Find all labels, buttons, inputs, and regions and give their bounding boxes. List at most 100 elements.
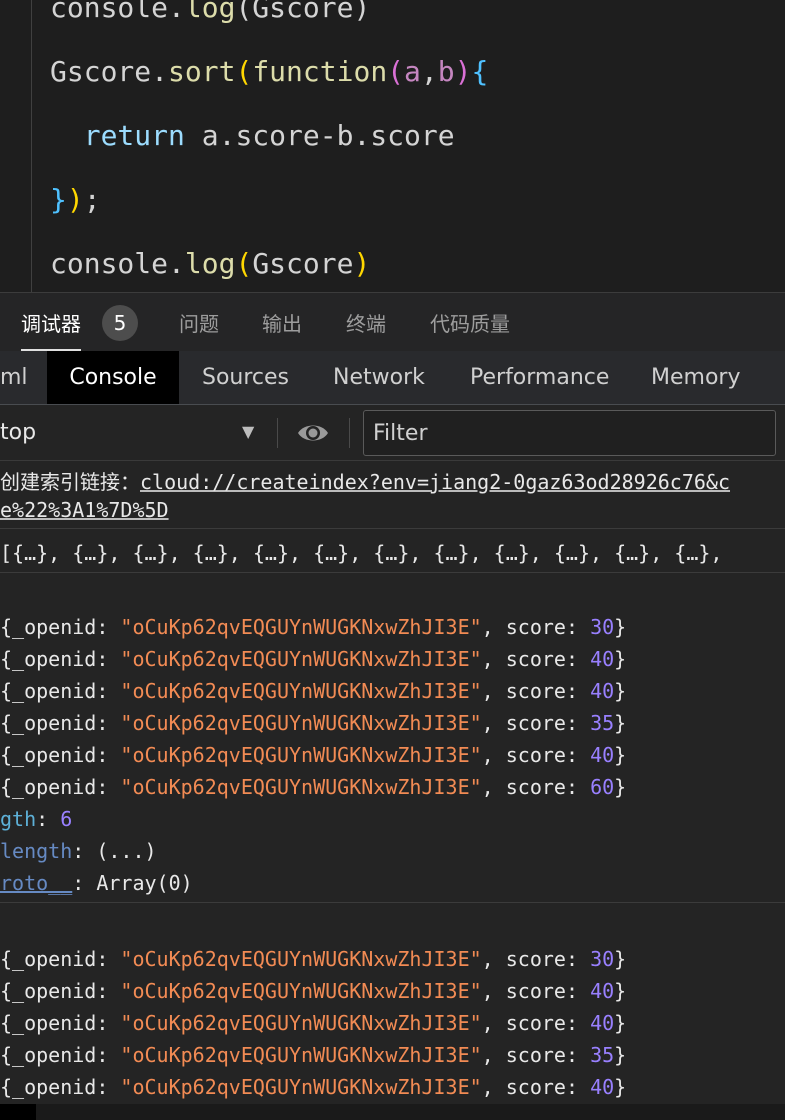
object-row[interactable]: {_openid: "oCuKp62qvEQGUYnWUGKNxwZhJI3E"…: [0, 643, 626, 675]
openid-value: "oCuKp62qvEQGUYnWUGKNxwZhJI3E": [120, 947, 482, 971]
code-token: Gscore: [252, 247, 354, 280]
object-row[interactable]: {_openid: "oCuKp62qvEQGUYnWUGKNxwZhJI3E"…: [0, 739, 626, 771]
filter-input[interactable]: [363, 410, 776, 456]
object-row[interactable]: {_openid: "oCuKp62qvEQGUYnWUGKNxwZhJI3E"…: [0, 771, 626, 803]
score-value: 60: [590, 775, 615, 799]
context-selector[interactable]: top ▼: [0, 405, 265, 460]
index-link-continued: e%22%3A1%7D%5D: [0, 494, 169, 526]
code-token: log: [184, 247, 236, 280]
code-token: ;: [83, 183, 101, 216]
tab-performance[interactable]: Performance: [470, 351, 609, 404]
openid-value: "oCuKp62qvEQGUYnWUGKNxwZhJI3E": [120, 647, 482, 671]
toolbar-divider: [349, 418, 350, 448]
context-label: top: [0, 420, 37, 445]
dropdown-arrow-icon: ▼: [242, 422, 255, 441]
object-row[interactable]: {_openid: "oCuKp62qvEQGUYnWUGKNxwZhJI3E"…: [0, 707, 626, 739]
openid-value: "oCuKp62qvEQGUYnWUGKNxwZhJI3E": [120, 775, 482, 799]
array-proto-row[interactable]: roto__: Array(0): [0, 867, 193, 899]
score-key: score: [505, 615, 566, 639]
code-token: (: [387, 55, 405, 88]
tab-debugger[interactable]: 调试器: [21, 293, 81, 351]
code-token: (: [235, 247, 253, 280]
message-divider: [0, 572, 785, 573]
object-key: {_openid: [0, 647, 97, 671]
code-token: .: [151, 55, 169, 88]
score-key: score: [505, 711, 566, 735]
object-key: {_openid: [0, 679, 97, 703]
object-row[interactable]: {_openid: "oCuKp62qvEQGUYnWUGKNxwZhJI3E"…: [0, 943, 626, 975]
index-link-label: 创建索引链接：: [0, 470, 140, 494]
object-key: {_openid: [0, 711, 97, 735]
score-key: score: [505, 647, 566, 671]
score-value: 35: [590, 711, 615, 735]
array-summary[interactable]: [{…}, {…}, {…}, {…}, {…}, {…}, {…}, {…},…: [0, 537, 722, 569]
toolbar-divider: [277, 418, 278, 448]
openid-value: "oCuKp62qvEQGUYnWUGKNxwZhJI3E": [120, 679, 482, 703]
object-row[interactable]: {_openid: "oCuKp62qvEQGUYnWUGKNxwZhJI3E"…: [0, 1071, 626, 1103]
code-line: Gscore.sort(function(a,b){: [50, 54, 488, 90]
score-value: 40: [590, 1011, 615, 1035]
index-link-tail[interactable]: e%22%3A1%7D%5D: [0, 498, 169, 522]
tab-memory[interactable]: Memory: [651, 351, 740, 404]
score-key: score: [505, 1075, 566, 1099]
eye-icon[interactable]: [296, 420, 330, 446]
openid-value: "oCuKp62qvEQGUYnWUGKNxwZhJI3E": [120, 1075, 482, 1099]
object-row[interactable]: {_openid: "oCuKp62qvEQGUYnWUGKNxwZhJI3E"…: [0, 611, 626, 643]
code-token: .: [168, 247, 185, 280]
array-length-getter-row[interactable]: length: (...): [0, 835, 157, 867]
score-value: 40: [590, 979, 615, 1003]
openid-value: "oCuKp62qvEQGUYnWUGKNxwZhJI3E": [120, 711, 482, 735]
score-key: score: [505, 775, 566, 799]
object-key: {_openid: [0, 947, 97, 971]
code-token: (: [235, 55, 253, 88]
object-row[interactable]: {_openid: "oCuKp62qvEQGUYnWUGKNxwZhJI3E"…: [0, 975, 626, 1007]
object-row[interactable]: {_openid: "oCuKp62qvEQGUYnWUGKNxwZhJI3E"…: [0, 1007, 626, 1039]
code-token: ): [454, 55, 472, 88]
code-token: ,: [420, 55, 438, 88]
openid-value: "oCuKp62qvEQGUYnWUGKNxwZhJI3E": [120, 743, 482, 767]
message-divider: [0, 902, 785, 903]
code-token: ): [353, 247, 371, 280]
index-link[interactable]: cloud://createindex?env=jiang2-0gaz63od2…: [140, 470, 730, 494]
code-token: return: [83, 119, 185, 152]
score-key: score: [505, 979, 566, 1003]
code-editor[interactable]: console.log(Gscore) Gscore.sort(function(…: [0, 0, 785, 292]
score-key: score: [505, 1011, 566, 1035]
tab-html[interactable]: ml: [0, 351, 28, 404]
tab-network[interactable]: Network: [333, 351, 425, 404]
console-toolbar: top ▼: [0, 405, 785, 461]
console-output: 创建索引链接：cloud://createindex?env=jiang2-0g…: [0, 461, 785, 1120]
code-token: (Gscore): [235, 0, 371, 24]
tab-console[interactable]: Console: [47, 351, 179, 404]
tab-terminal[interactable]: 终端: [346, 293, 386, 351]
indent-guide: [31, 0, 32, 292]
score-key: score: [505, 743, 566, 767]
object-key: {_openid: [0, 979, 97, 1003]
openid-value: "oCuKp62qvEQGUYnWUGKNxwZhJI3E": [120, 1043, 482, 1067]
code-line: return a.score-b.score: [50, 118, 455, 154]
score-value: 40: [590, 647, 615, 671]
object-row[interactable]: {_openid: "oCuKp62qvEQGUYnWUGKNxwZhJI3E"…: [0, 675, 626, 707]
tab-output[interactable]: 输出: [262, 293, 302, 351]
tab-sources[interactable]: Sources: [202, 351, 289, 404]
code-token: Gscore: [50, 55, 152, 88]
code-token: log: [184, 0, 236, 24]
object-key: {_openid: [0, 1075, 97, 1099]
object-key: {_openid: [0, 1011, 97, 1035]
score-value: 40: [590, 679, 615, 703]
score-value: 30: [590, 947, 615, 971]
code-token: console: [50, 0, 169, 24]
tab-code-quality[interactable]: 代码质量: [430, 293, 510, 351]
score-value: 40: [590, 743, 615, 767]
object-key: {_openid: [0, 743, 97, 767]
code-token: a: [404, 55, 421, 88]
code-token: .: [168, 0, 185, 24]
object-row[interactable]: {_openid: "oCuKp62qvEQGUYnWUGKNxwZhJI3E"…: [0, 1039, 626, 1071]
console-bottom-strip: [0, 1104, 785, 1120]
tab-problems[interactable]: 问题: [179, 293, 219, 351]
object-key: {_openid: [0, 775, 97, 799]
array-length-row: gth: 6: [0, 807, 73, 831]
openid-value: "oCuKp62qvEQGUYnWUGKNxwZhJI3E": [120, 979, 482, 1003]
code-token: function: [252, 55, 388, 88]
